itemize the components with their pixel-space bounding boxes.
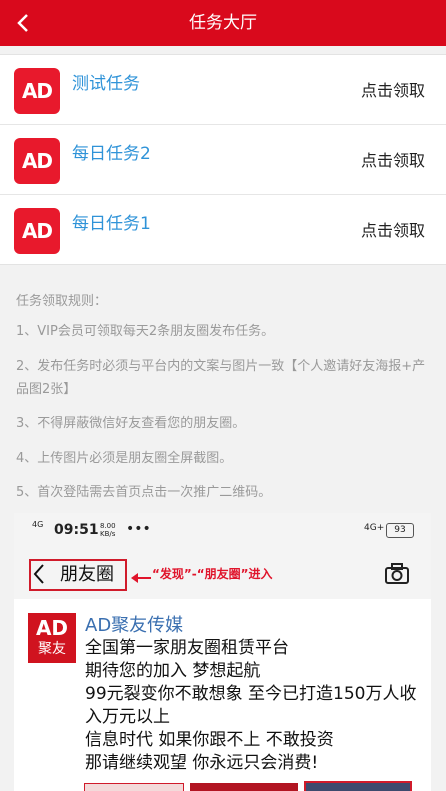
moments-post: AD 聚友 AD聚友传媒 全国第一家朋友圈租赁平台 期待您的加入 梦想起航 99… (28, 609, 429, 791)
app-header: 任务大厅 (0, 0, 446, 46)
task-name[interactable]: 每日任务2 (72, 139, 151, 164)
task-name[interactable]: 每日任务1 (72, 209, 151, 234)
post-image (190, 783, 298, 791)
chevron-left-icon (33, 564, 44, 584)
post-text: 全国第一家朋友圈租赁平台 期待您的加入 梦想起航 99元裂变你不敢想象 至今已打… (85, 638, 417, 773)
ad-logo-icon: AD (14, 138, 60, 184)
rule-item: 3、不得屏蔽微信好友查看您的朋友圈。 (16, 416, 246, 431)
ad-logo-icon: AD (14, 68, 60, 114)
arrow-left-icon (131, 573, 151, 583)
status-bar: 4G 09:51 8.00 KB/s ••• 4G+ 93 (14, 513, 431, 547)
annotation-text: “发现”-“朋友圈”进入 (152, 567, 273, 581)
battery-icon: 93 (386, 523, 414, 538)
task-list: AD 测试任务 点击领取 AD 每日任务2 点击领取 AD 每日任务1 点击领取 (0, 54, 446, 265)
camera-icon (385, 563, 409, 584)
claim-button[interactable]: 点击领取 (361, 77, 425, 101)
rules-title: 任务领取规则： (16, 294, 108, 309)
status-time: 09:51 (54, 522, 99, 538)
rule-item: 5、首次登陆需去首页点击一次推广二维码。 (16, 485, 272, 500)
page-title: 任务大厅 (189, 13, 257, 33)
task-row[interactable]: AD 测试任务 点击领取 (0, 55, 446, 125)
ad-logo-icon: AD (14, 208, 60, 254)
post-image (84, 783, 184, 791)
post-image (304, 781, 412, 791)
task-row[interactable]: AD 每日任务1 点击领取 (0, 195, 446, 264)
rule-item: 1、VIP会员可领取每天2条朋友圈发布任务。 (16, 324, 275, 339)
rule-item: 4、上传图片必须是朋友圈全屏截图。 (16, 451, 233, 466)
signal-label: 4G (32, 520, 44, 529)
post-author: AD聚友传媒 (85, 615, 184, 636)
example-screenshot: 4G 09:51 8.00 KB/s ••• 4G+ 93 朋友圈 “发现”-“朋… (14, 513, 431, 791)
claim-button[interactable]: 点击领取 (361, 147, 425, 171)
more-dots: ••• (126, 521, 151, 537)
network-type: 4G+ (364, 523, 385, 533)
rule-item: 2、发布任务时必须与平台内的文案与图片一致【个人邀请好友海报+产品图2张】 (16, 359, 426, 397)
claim-button[interactable]: 点击领取 (361, 217, 425, 241)
network-speed: 8.00 KB/s (100, 522, 116, 538)
task-name[interactable]: 测试任务 (72, 69, 140, 94)
moments-nav-bar: 朋友圈 “发现”-“朋友圈”进入 (14, 547, 431, 599)
moments-title: 朋友圈 (60, 564, 114, 585)
brand-logo: AD 聚友 (28, 613, 76, 663)
task-row[interactable]: AD 每日任务2 点击领取 (0, 125, 446, 195)
